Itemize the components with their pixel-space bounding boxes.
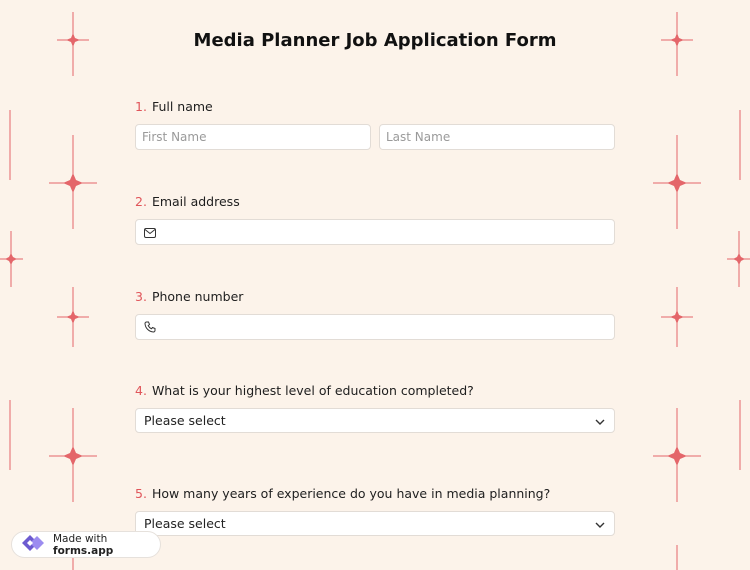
question-label: Phone number (151, 289, 244, 304)
first-name-input[interactable] (135, 124, 371, 150)
email-input[interactable] (162, 220, 606, 244)
question-number: 5. (135, 486, 147, 501)
badge-brand: forms.app (53, 544, 114, 557)
question-label: How many years of experience do you have… (151, 486, 551, 501)
phone-icon (144, 318, 156, 337)
select-value: Please select (144, 413, 226, 428)
education-select[interactable]: Please select (135, 408, 615, 433)
question-label: What is your highest level of education … (151, 383, 474, 398)
chevron-down-icon (595, 413, 605, 428)
experience-select[interactable]: Please select (135, 511, 615, 536)
question-education: 4. What is your highest level of educatio… (135, 382, 615, 433)
question-label: Full name (151, 99, 213, 114)
question-email: 2. Email address (135, 193, 615, 245)
forms-app-logo-icon (20, 533, 46, 556)
phone-input[interactable] (162, 315, 606, 339)
question-number: 2. (135, 194, 147, 209)
chevron-down-icon (595, 516, 605, 531)
select-value: Please select (144, 516, 226, 531)
badge-prefix: Made with (53, 532, 108, 545)
question-phone: 3. Phone number (135, 288, 615, 340)
last-name-input[interactable] (379, 124, 615, 150)
question-label: Email address (151, 194, 240, 209)
question-number: 4. (135, 383, 147, 398)
question-number: 1. (135, 99, 147, 114)
form-title: Media Planner Job Application Form (193, 30, 557, 51)
email-field[interactable] (135, 219, 615, 245)
envelope-icon (144, 223, 156, 242)
phone-field[interactable] (135, 314, 615, 340)
question-experience: 5. How many years of experience do you ha… (135, 485, 615, 536)
question-full-name: 1. Full name (135, 98, 615, 150)
made-with-badge[interactable]: Made with forms.app (11, 531, 161, 558)
question-number: 3. (135, 289, 147, 304)
